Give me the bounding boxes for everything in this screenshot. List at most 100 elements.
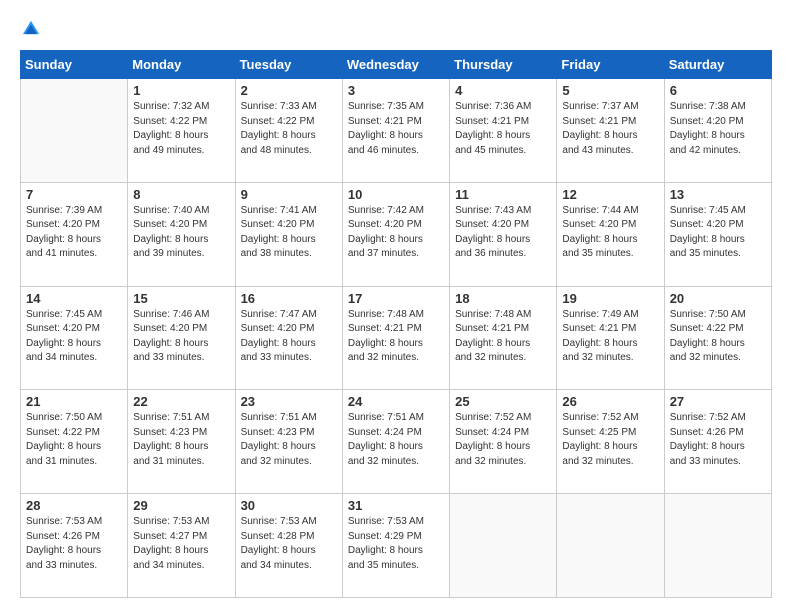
week-row-3: 14Sunrise: 7:45 AMSunset: 4:20 PMDayligh… [21, 286, 772, 390]
day-info: Sunrise: 7:53 AMSunset: 4:26 PMDaylight:… [26, 515, 122, 573]
day-number: 22 [133, 394, 229, 409]
day-info: Sunrise: 7:42 AMSunset: 4:20 PMDaylight:… [348, 204, 444, 262]
day-info: Sunrise: 7:36 AMSunset: 4:21 PMDaylight:… [455, 100, 551, 158]
weekday-header-wednesday: Wednesday [342, 51, 449, 79]
day-info: Sunrise: 7:41 AMSunset: 4:20 PMDaylight:… [241, 204, 337, 262]
day-cell: 26Sunrise: 7:52 AMSunset: 4:25 PMDayligh… [557, 390, 664, 494]
day-cell: 10 Sunrise: 7:42 AMSunset: 4:20 PMDayligh… [342, 182, 449, 286]
day-info: Sunrise: 7:50 AMSunset: 4:22 PMDaylight:… [670, 308, 766, 366]
weekday-header-sunday: Sunday [21, 51, 128, 79]
calendar-table: SundayMondayTuesdayWednesdayThursdayFrid… [20, 50, 772, 598]
day-number: 31 [348, 498, 444, 513]
weekday-header-monday: Monday [128, 51, 235, 79]
weekday-header-thursday: Thursday [450, 51, 557, 79]
day-cell: 3 Sunrise: 7:35 AMSunset: 4:21 PMDaylight… [342, 79, 449, 183]
day-cell: 23 Sunrise: 7:51 AMSunset: 4:23 PMDayligh… [235, 390, 342, 494]
day-cell [450, 494, 557, 598]
day-info: Sunrise: 7:53 AMSunset: 4:27 PMDaylight:… [133, 515, 229, 573]
day-number: 12 [562, 187, 658, 202]
week-row-4: 21 Sunrise: 7:50 AMSunset: 4:22 PMDayligh… [21, 390, 772, 494]
day-info: Sunrise: 7:52 AMSunset: 4:24 PMDaylight:… [455, 411, 551, 469]
day-number: 26 [562, 394, 658, 409]
day-number: 14 [26, 291, 122, 306]
logo-icon [20, 18, 42, 40]
day-number: 17 [348, 291, 444, 306]
day-cell: 18 Sunrise: 7:48 AMSunset: 4:21 PMDayligh… [450, 286, 557, 390]
day-info: Sunrise: 7:48 AMSunset: 4:21 PMDaylight:… [348, 308, 444, 366]
weekday-header-friday: Friday [557, 51, 664, 79]
day-number: 10 [348, 187, 444, 202]
day-cell: 5 Sunrise: 7:37 AMSunset: 4:21 PMDaylight… [557, 79, 664, 183]
day-info: Sunrise: 7:32 AMSunset: 4:22 PMDaylight:… [133, 100, 229, 158]
day-number: 8 [133, 187, 229, 202]
day-number: 19 [562, 291, 658, 306]
day-info: Sunrise: 7:39 AMSunset: 4:20 PMDaylight:… [26, 204, 122, 262]
day-cell: 15Sunrise: 7:46 AMSunset: 4:20 PMDayligh… [128, 286, 235, 390]
day-info: Sunrise: 7:35 AMSunset: 4:21 PMDaylight:… [348, 100, 444, 158]
day-number: 27 [670, 394, 766, 409]
day-info: Sunrise: 7:53 AMSunset: 4:29 PMDaylight:… [348, 515, 444, 573]
day-cell: 7 Sunrise: 7:39 AMSunset: 4:20 PMDaylight… [21, 182, 128, 286]
day-cell: 30 Sunrise: 7:53 AMSunset: 4:28 PMDayligh… [235, 494, 342, 598]
day-cell: 6Sunrise: 7:38 AMSunset: 4:20 PMDaylight… [664, 79, 771, 183]
day-number: 13 [670, 187, 766, 202]
day-cell: 22 Sunrise: 7:51 AMSunset: 4:23 PMDayligh… [128, 390, 235, 494]
day-info: Sunrise: 7:45 AMSunset: 4:20 PMDaylight:… [670, 204, 766, 262]
day-cell: 11Sunrise: 7:43 AMSunset: 4:20 PMDayligh… [450, 182, 557, 286]
day-cell: 17 Sunrise: 7:48 AMSunset: 4:21 PMDayligh… [342, 286, 449, 390]
day-number: 28 [26, 498, 122, 513]
day-cell [557, 494, 664, 598]
day-info: Sunrise: 7:48 AMSunset: 4:21 PMDaylight:… [455, 308, 551, 366]
day-info: Sunrise: 7:44 AMSunset: 4:20 PMDaylight:… [562, 204, 658, 262]
day-number: 11 [455, 187, 551, 202]
day-cell: 28 Sunrise: 7:53 AMSunset: 4:26 PMDayligh… [21, 494, 128, 598]
day-cell [21, 79, 128, 183]
day-cell: 9 Sunrise: 7:41 AMSunset: 4:20 PMDaylight… [235, 182, 342, 286]
day-number: 2 [241, 83, 337, 98]
day-info: Sunrise: 7:33 AMSunset: 4:22 PMDaylight:… [241, 100, 337, 158]
day-info: Sunrise: 7:49 AMSunset: 4:21 PMDaylight:… [562, 308, 658, 366]
day-info: Sunrise: 7:51 AMSunset: 4:23 PMDaylight:… [133, 411, 229, 469]
day-number: 18 [455, 291, 551, 306]
day-number: 3 [348, 83, 444, 98]
day-number: 1 [133, 83, 229, 98]
day-cell: 19 Sunrise: 7:49 AMSunset: 4:21 PMDayligh… [557, 286, 664, 390]
day-info: Sunrise: 7:51 AMSunset: 4:23 PMDaylight:… [241, 411, 337, 469]
day-number: 7 [26, 187, 122, 202]
day-cell: 14Sunrise: 7:45 AMSunset: 4:20 PMDayligh… [21, 286, 128, 390]
day-info: Sunrise: 7:47 AMSunset: 4:20 PMDaylight:… [241, 308, 337, 366]
day-info: Sunrise: 7:53 AMSunset: 4:28 PMDaylight:… [241, 515, 337, 573]
day-cell: 25 Sunrise: 7:52 AMSunset: 4:24 PMDayligh… [450, 390, 557, 494]
day-number: 5 [562, 83, 658, 98]
day-cell: 27 Sunrise: 7:52 AMSunset: 4:26 PMDayligh… [664, 390, 771, 494]
weekday-header-row: SundayMondayTuesdayWednesdayThursdayFrid… [21, 51, 772, 79]
day-number: 24 [348, 394, 444, 409]
day-cell: 13 Sunrise: 7:45 AMSunset: 4:20 PMDayligh… [664, 182, 771, 286]
day-info: Sunrise: 7:50 AMSunset: 4:22 PMDaylight:… [26, 411, 122, 469]
day-cell: 24 Sunrise: 7:51 AMSunset: 4:24 PMDayligh… [342, 390, 449, 494]
day-number: 9 [241, 187, 337, 202]
day-cell: 1 Sunrise: 7:32 AMSunset: 4:22 PMDaylight… [128, 79, 235, 183]
day-number: 23 [241, 394, 337, 409]
logo [20, 18, 46, 40]
day-info: Sunrise: 7:46 AMSunset: 4:20 PMDaylight:… [133, 308, 229, 366]
page: SundayMondayTuesdayWednesdayThursdayFrid… [0, 0, 792, 612]
weekday-header-saturday: Saturday [664, 51, 771, 79]
day-cell: 20 Sunrise: 7:50 AMSunset: 4:22 PMDayligh… [664, 286, 771, 390]
day-number: 6 [670, 83, 766, 98]
day-cell: 16Sunrise: 7:47 AMSunset: 4:20 PMDayligh… [235, 286, 342, 390]
day-number: 30 [241, 498, 337, 513]
day-number: 20 [670, 291, 766, 306]
day-cell: 8 Sunrise: 7:40 AMSunset: 4:20 PMDaylight… [128, 182, 235, 286]
day-number: 29 [133, 498, 229, 513]
day-info: Sunrise: 7:37 AMSunset: 4:21 PMDaylight:… [562, 100, 658, 158]
day-number: 25 [455, 394, 551, 409]
day-cell: 12 Sunrise: 7:44 AMSunset: 4:20 PMDayligh… [557, 182, 664, 286]
day-cell: 4 Sunrise: 7:36 AMSunset: 4:21 PMDaylight… [450, 79, 557, 183]
day-number: 4 [455, 83, 551, 98]
day-info: Sunrise: 7:52 AMSunset: 4:26 PMDaylight:… [670, 411, 766, 469]
day-info: Sunrise: 7:40 AMSunset: 4:20 PMDaylight:… [133, 204, 229, 262]
day-info: Sunrise: 7:51 AMSunset: 4:24 PMDaylight:… [348, 411, 444, 469]
week-row-1: 1 Sunrise: 7:32 AMSunset: 4:22 PMDaylight… [21, 79, 772, 183]
day-number: 21 [26, 394, 122, 409]
